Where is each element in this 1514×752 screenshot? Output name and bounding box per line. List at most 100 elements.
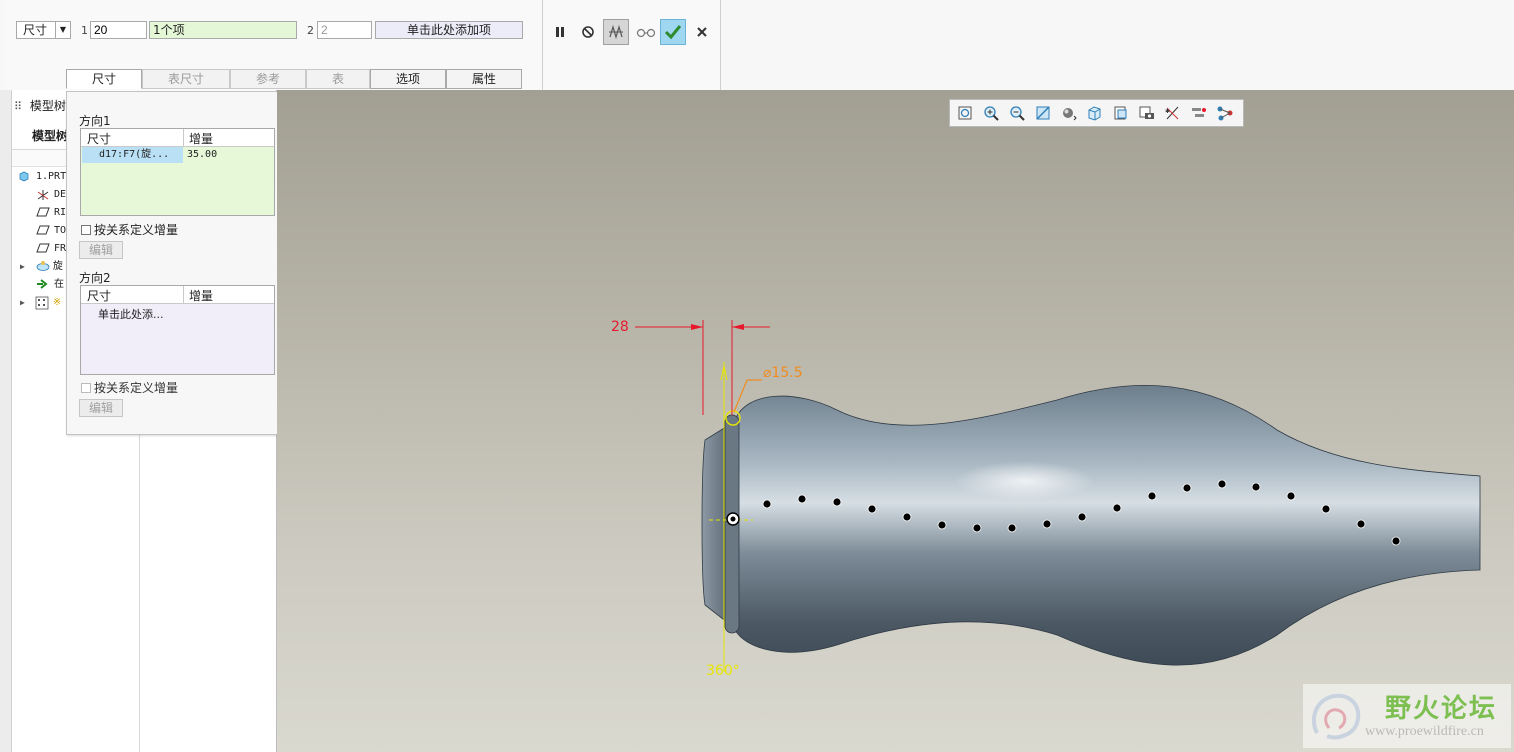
repaint-button[interactable] — [1032, 102, 1054, 124]
no-preview-button[interactable] — [575, 19, 601, 45]
pattern-point[interactable] — [1217, 479, 1227, 489]
apply-ok-button[interactable] — [660, 19, 686, 45]
glasses-icon — [636, 28, 656, 38]
pattern-point[interactable] — [1356, 519, 1366, 529]
tab-dimensions[interactable]: 尺寸 — [66, 69, 142, 89]
pattern-point[interactable] — [1321, 504, 1331, 514]
pattern-point[interactable] — [1147, 491, 1157, 501]
pattern-point[interactable] — [1182, 483, 1192, 493]
graphics-viewport[interactable]: 28 ⌀15.5 360° — [277, 90, 1514, 752]
direction2-add-placeholder[interactable]: 单击此处添... — [98, 306, 164, 322]
verify-preview-button[interactable] — [603, 19, 629, 45]
view-manager-button[interactable] — [1110, 102, 1132, 124]
cube-view-icon — [1088, 106, 1101, 121]
tree-item-pattern[interactable]: ▶ ※ — [20, 294, 61, 312]
tree-item-label: 1.PRT — [36, 171, 67, 182]
pattern-point[interactable] — [1042, 519, 1052, 529]
direction1-items-text: 1个项 — [153, 23, 185, 37]
display-style-button[interactable] — [1058, 102, 1080, 124]
pause-icon — [556, 27, 564, 37]
coordinate-system-icon — [36, 188, 50, 200]
tab-references[interactable]: 参考 — [230, 69, 306, 89]
model-canvas[interactable] — [277, 90, 1514, 752]
part-icon — [18, 170, 32, 182]
flame-logo-icon — [1311, 693, 1361, 740]
spin-center-button[interactable] — [1188, 102, 1210, 124]
direction2-dimension-table[interactable]: 尺寸 增量 单击此处添... — [80, 285, 275, 375]
repaint-icon — [1036, 106, 1050, 120]
direction1-table-header: 尺寸 增量 — [81, 129, 274, 147]
edit-button-1[interactable]: 编辑 — [79, 241, 123, 259]
dimension-28-label[interactable]: 28 — [611, 319, 629, 335]
pause-button[interactable] — [547, 19, 573, 45]
dimension-arrow — [691, 324, 703, 330]
cancel-button[interactable] — [689, 19, 715, 45]
checkbox-label: 按关系定义增量 — [94, 381, 179, 395]
checkbox-box[interactable] — [81, 382, 91, 393]
zoom-out-button[interactable] — [1006, 102, 1028, 124]
pattern-point[interactable] — [1112, 503, 1122, 513]
tree-item-insert-here[interactable]: 在 — [36, 276, 64, 294]
tree-item-label: ※ — [52, 297, 62, 308]
view-manager-icon — [1114, 106, 1127, 120]
model-tree-header[interactable]: ⠿ 模型树 — [14, 97, 66, 114]
revolved-body[interactable] — [734, 384, 1481, 666]
expand-arrow-icon[interactable]: ▶ — [20, 262, 25, 271]
annotation-display-button[interactable] — [1214, 102, 1236, 124]
increment-cell[interactable]: 35.00 — [185, 147, 275, 163]
datum-plane-icon — [36, 206, 50, 218]
relation-increment-checkbox-2[interactable]: 按关系定义增量 — [81, 379, 178, 396]
direction2-count-input[interactable] — [317, 21, 372, 39]
tab-table[interactable]: 表 — [306, 69, 370, 89]
zoom-in-icon — [984, 106, 999, 121]
saved-orientations-button[interactable] — [1084, 102, 1106, 124]
pattern-point[interactable] — [972, 523, 982, 533]
pattern-point[interactable] — [1077, 512, 1087, 522]
direction2-label: 2 — [307, 24, 314, 37]
perspective-view-button[interactable] — [1136, 102, 1158, 124]
pattern-type-value: 尺寸 — [23, 23, 48, 37]
glasses-preview-button[interactable] — [633, 19, 659, 45]
pattern-point[interactable] — [797, 494, 807, 504]
pattern-point[interactable] — [762, 499, 772, 509]
pattern-point[interactable] — [832, 497, 842, 507]
pattern-point[interactable] — [1251, 482, 1261, 492]
edit-button-2[interactable]: 编辑 — [79, 399, 123, 417]
insert-arrow-icon — [36, 278, 50, 290]
datum-display-button[interactable]: ✱ — [1162, 102, 1184, 124]
pattern-type-select[interactable]: 尺寸 ▼ — [16, 21, 71, 39]
checkbox-label: 按关系定义增量 — [94, 223, 179, 237]
camera-icon — [1139, 106, 1154, 119]
model-tree-column-header[interactable]: 模型树 — [32, 127, 68, 144]
diameter-dimension-label[interactable]: ⌀15.5 — [763, 365, 803, 381]
tree-item-revolve[interactable]: ▶ 旋 — [20, 258, 63, 276]
direction1-items-collector[interactable]: 1个项 — [149, 21, 297, 39]
direction1-dimension-table[interactable]: 尺寸 增量 d17:F7(旋... 35.00 — [80, 128, 275, 216]
refit-button[interactable] — [954, 102, 976, 124]
network-icon — [1217, 106, 1233, 121]
tab-properties[interactable]: 属性 — [446, 69, 522, 89]
pattern-point[interactable] — [937, 520, 947, 530]
tree-item-part[interactable]: 1.PRT — [18, 168, 66, 186]
chevron-down-icon[interactable]: ▼ — [55, 22, 70, 38]
pattern-point[interactable] — [1286, 491, 1296, 501]
expand-arrow-icon[interactable]: ▶ — [20, 298, 25, 307]
relation-increment-checkbox-1[interactable]: 按关系定义增量 — [81, 221, 178, 238]
shading-icon — [1063, 108, 1077, 121]
table-row[interactable]: d17:F7(旋... — [82, 147, 183, 163]
direction2-table-header: 尺寸 增量 — [81, 286, 274, 304]
checkbox-box[interactable] — [81, 224, 91, 235]
tab-table-dimensions[interactable]: 表尺寸 — [142, 69, 230, 89]
angle-dimension-label[interactable]: 360° — [706, 663, 740, 679]
spin-center-icon — [1192, 108, 1206, 117]
pattern-point[interactable] — [902, 512, 912, 522]
pattern-point[interactable] — [867, 504, 877, 514]
direction1-count-input[interactable] — [90, 21, 147, 39]
no-preview-icon — [582, 26, 594, 38]
zoom-in-button[interactable] — [980, 102, 1002, 124]
pattern-point[interactable] — [1007, 523, 1017, 533]
tree-item-label: 在 — [54, 279, 64, 290]
direction2-add-items-collector[interactable]: 单击此处添加项 — [375, 21, 523, 39]
tab-options[interactable]: 选项 — [370, 69, 446, 89]
pattern-point[interactable] — [1391, 536, 1401, 546]
